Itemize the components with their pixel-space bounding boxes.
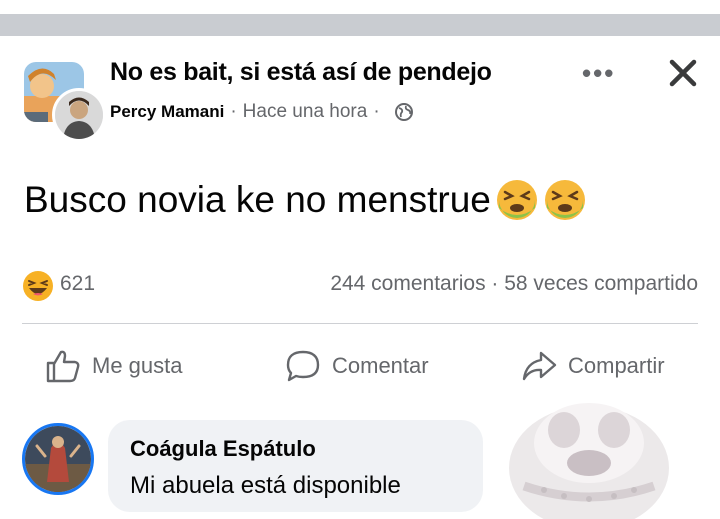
share-label: Compartir xyxy=(568,353,665,378)
post-stats: 621 244 comentarios · 58 veces compartid… xyxy=(22,268,698,302)
close-icon[interactable] xyxy=(664,54,702,92)
group-name[interactable]: No es bait, si está así de pendejo xyxy=(110,58,492,87)
post-time[interactable]: Hace una hora xyxy=(243,101,368,123)
speech-bubble-icon xyxy=(286,350,320,382)
comments-shares-count[interactable]: 244 comentarios · 58 veces compartido xyxy=(330,272,698,296)
comment-label: Comentar xyxy=(332,353,429,378)
haha-reaction-icon[interactable] xyxy=(22,270,54,302)
top-divider-strip xyxy=(0,14,720,36)
divider xyxy=(22,323,698,324)
like-label: Me gusta xyxy=(92,353,183,378)
share-button[interactable]: Compartir xyxy=(520,345,665,387)
thumbs-up-icon xyxy=(46,350,80,383)
nauseated-face-icon xyxy=(496,180,537,220)
more-options-icon[interactable]: ••• xyxy=(582,58,615,89)
author-avatar[interactable] xyxy=(52,88,106,142)
meta-separator: · xyxy=(230,101,237,122)
top-bar xyxy=(0,0,720,36)
commenter-avatar[interactable] xyxy=(22,423,94,495)
comment-button[interactable]: Comentar xyxy=(284,345,429,387)
post-text-content: Busco novia ke no menstrue xyxy=(24,179,491,220)
globe-icon xyxy=(394,103,413,121)
post-text: Busco novia ke no menstrue xyxy=(24,178,587,222)
like-button[interactable]: Me gusta xyxy=(44,345,183,387)
comment-text: Mi abuela está disponible xyxy=(130,472,401,499)
monkey-sticker-image xyxy=(509,403,669,519)
author-name[interactable]: Percy Mamani xyxy=(110,102,224,122)
meta-separator-2: · xyxy=(373,101,380,122)
reaction-count[interactable]: 621 xyxy=(60,272,95,296)
commenter-name[interactable]: Coágula Espátulo xyxy=(130,436,316,462)
nauseated-face-icon xyxy=(544,180,585,220)
post-meta: Percy Mamani · Hace una hora · xyxy=(110,101,414,123)
share-arrow-icon xyxy=(522,351,557,381)
